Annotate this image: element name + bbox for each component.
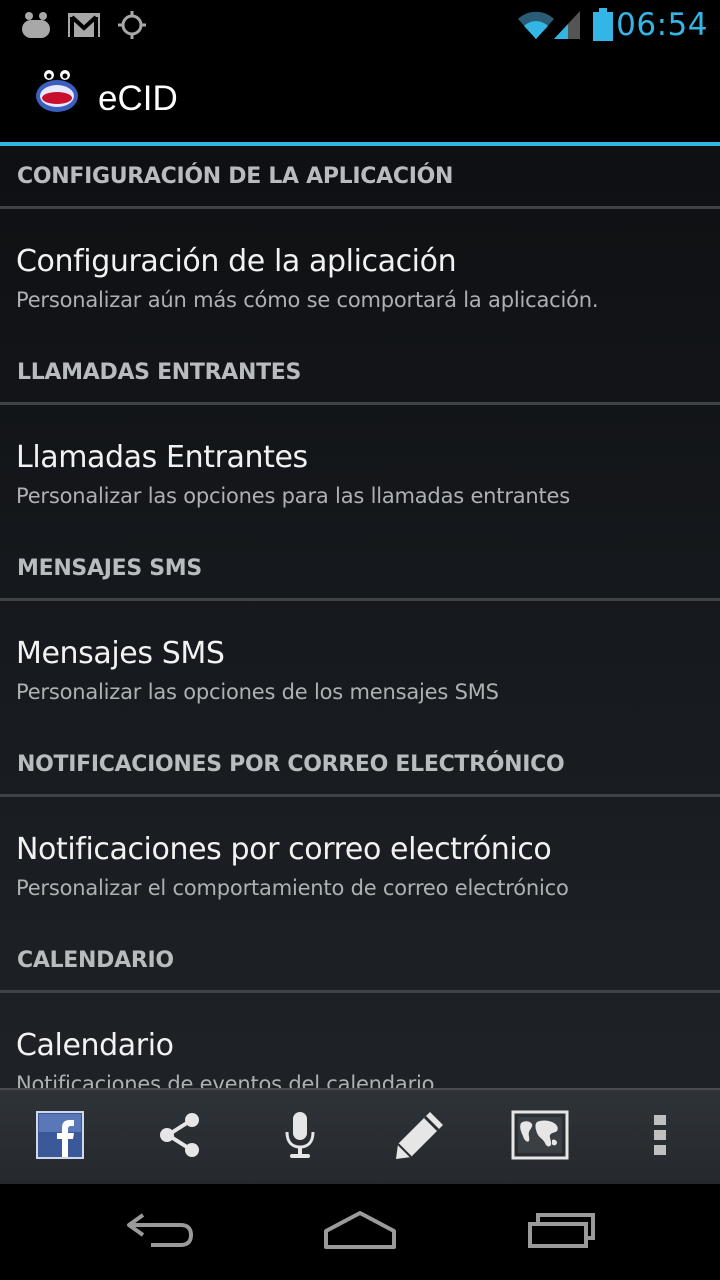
pref-title: Notificaciones por correo electrónico xyxy=(16,832,552,867)
category-header-label: CONFIGURACIÓN DE LA APLICACIÓN xyxy=(17,164,454,189)
android-notification-icon xyxy=(20,0,52,50)
pref-summary: Personalizar aún más cómo se comportará … xyxy=(16,288,599,312)
navigation-bar xyxy=(0,1184,720,1280)
ecid-app-icon[interactable] xyxy=(34,68,80,114)
category-header-label: CALENDARIO xyxy=(17,948,174,973)
pref-title: Configuración de la aplicación xyxy=(16,244,457,279)
gps-icon xyxy=(117,0,147,50)
category-divider xyxy=(0,206,720,209)
pref-title: Mensajes SMS xyxy=(16,636,225,671)
overflow-menu-icon xyxy=(653,1114,667,1161)
category-divider xyxy=(0,794,720,797)
world-map-icon xyxy=(511,1110,569,1165)
pref-item-incoming-calls[interactable]: Llamadas Entrantes Personalizar las opci… xyxy=(0,406,720,538)
category-divider xyxy=(0,990,720,993)
bottom-toolbar xyxy=(0,1088,720,1184)
facebook-button[interactable] xyxy=(0,1090,120,1184)
category-header-incoming-calls: LLAMADAS ENTRANTES xyxy=(0,342,720,406)
category-divider xyxy=(0,598,720,601)
back-button[interactable] xyxy=(90,1184,230,1280)
category-header-label: NOTIFICACIONES POR CORREO ELECTRÓNICO xyxy=(17,752,565,777)
pref-item-sms[interactable]: Mensajes SMS Personalizar las opciones d… xyxy=(0,602,720,734)
category-header-sms: MENSAJES SMS xyxy=(0,538,720,602)
facebook-icon xyxy=(36,1110,84,1164)
pref-title: Llamadas Entrantes xyxy=(16,440,308,475)
home-icon xyxy=(322,1209,398,1256)
pref-title: Calendario xyxy=(16,1028,174,1063)
pref-item-calendar[interactable]: Calendario Notificaciones de eventos del… xyxy=(0,994,720,1088)
recent-apps-button[interactable] xyxy=(492,1184,632,1280)
pref-item-email[interactable]: Notificaciones por correo electrónico Pe… xyxy=(0,798,720,930)
share-icon xyxy=(156,1111,204,1164)
screen: 06:54 eCID CONFIGURACIÓN DE LA APLICACIÓ… xyxy=(0,0,720,1280)
microphone-icon xyxy=(282,1110,318,1165)
gmail-icon xyxy=(67,0,101,50)
category-header-email: NOTIFICACIONES POR CORREO ELECTRÓNICO xyxy=(0,734,720,798)
map-button[interactable] xyxy=(480,1090,600,1184)
pref-summary: Personalizar las opciones de los mensaje… xyxy=(16,680,499,704)
pref-summary: Notificaciones de eventos del calendario xyxy=(16,1072,435,1088)
preference-list[interactable]: CONFIGURACIÓN DE LA APLICACIÓN Configura… xyxy=(0,146,720,1088)
category-header-app-config: CONFIGURACIÓN DE LA APLICACIÓN xyxy=(0,146,720,210)
app-title: eCID xyxy=(98,79,178,118)
pencil-icon xyxy=(394,1109,446,1166)
category-header-label: MENSAJES SMS xyxy=(17,556,202,581)
voice-button[interactable] xyxy=(240,1090,360,1184)
pref-summary: Personalizar el comportamiento de correo… xyxy=(16,876,569,900)
recent-apps-icon xyxy=(526,1210,598,1255)
pref-item-app-config[interactable]: Configuración de la aplicación Personali… xyxy=(0,210,720,342)
category-header-label: LLAMADAS ENTRANTES xyxy=(17,360,302,385)
clock: 06:54 xyxy=(616,7,708,43)
category-header-calendar: CALENDARIO xyxy=(0,930,720,994)
battery-icon xyxy=(592,0,614,50)
signal-icon xyxy=(552,0,582,50)
overflow-menu-button[interactable] xyxy=(600,1090,720,1184)
status-bar: 06:54 xyxy=(0,0,720,50)
share-button[interactable] xyxy=(120,1090,240,1184)
pref-summary: Personalizar las opciones para las llama… xyxy=(16,484,571,508)
back-icon xyxy=(125,1211,195,1254)
edit-button[interactable] xyxy=(360,1090,480,1184)
home-button[interactable] xyxy=(290,1184,430,1280)
wifi-icon xyxy=(516,0,556,50)
category-divider xyxy=(0,402,720,405)
